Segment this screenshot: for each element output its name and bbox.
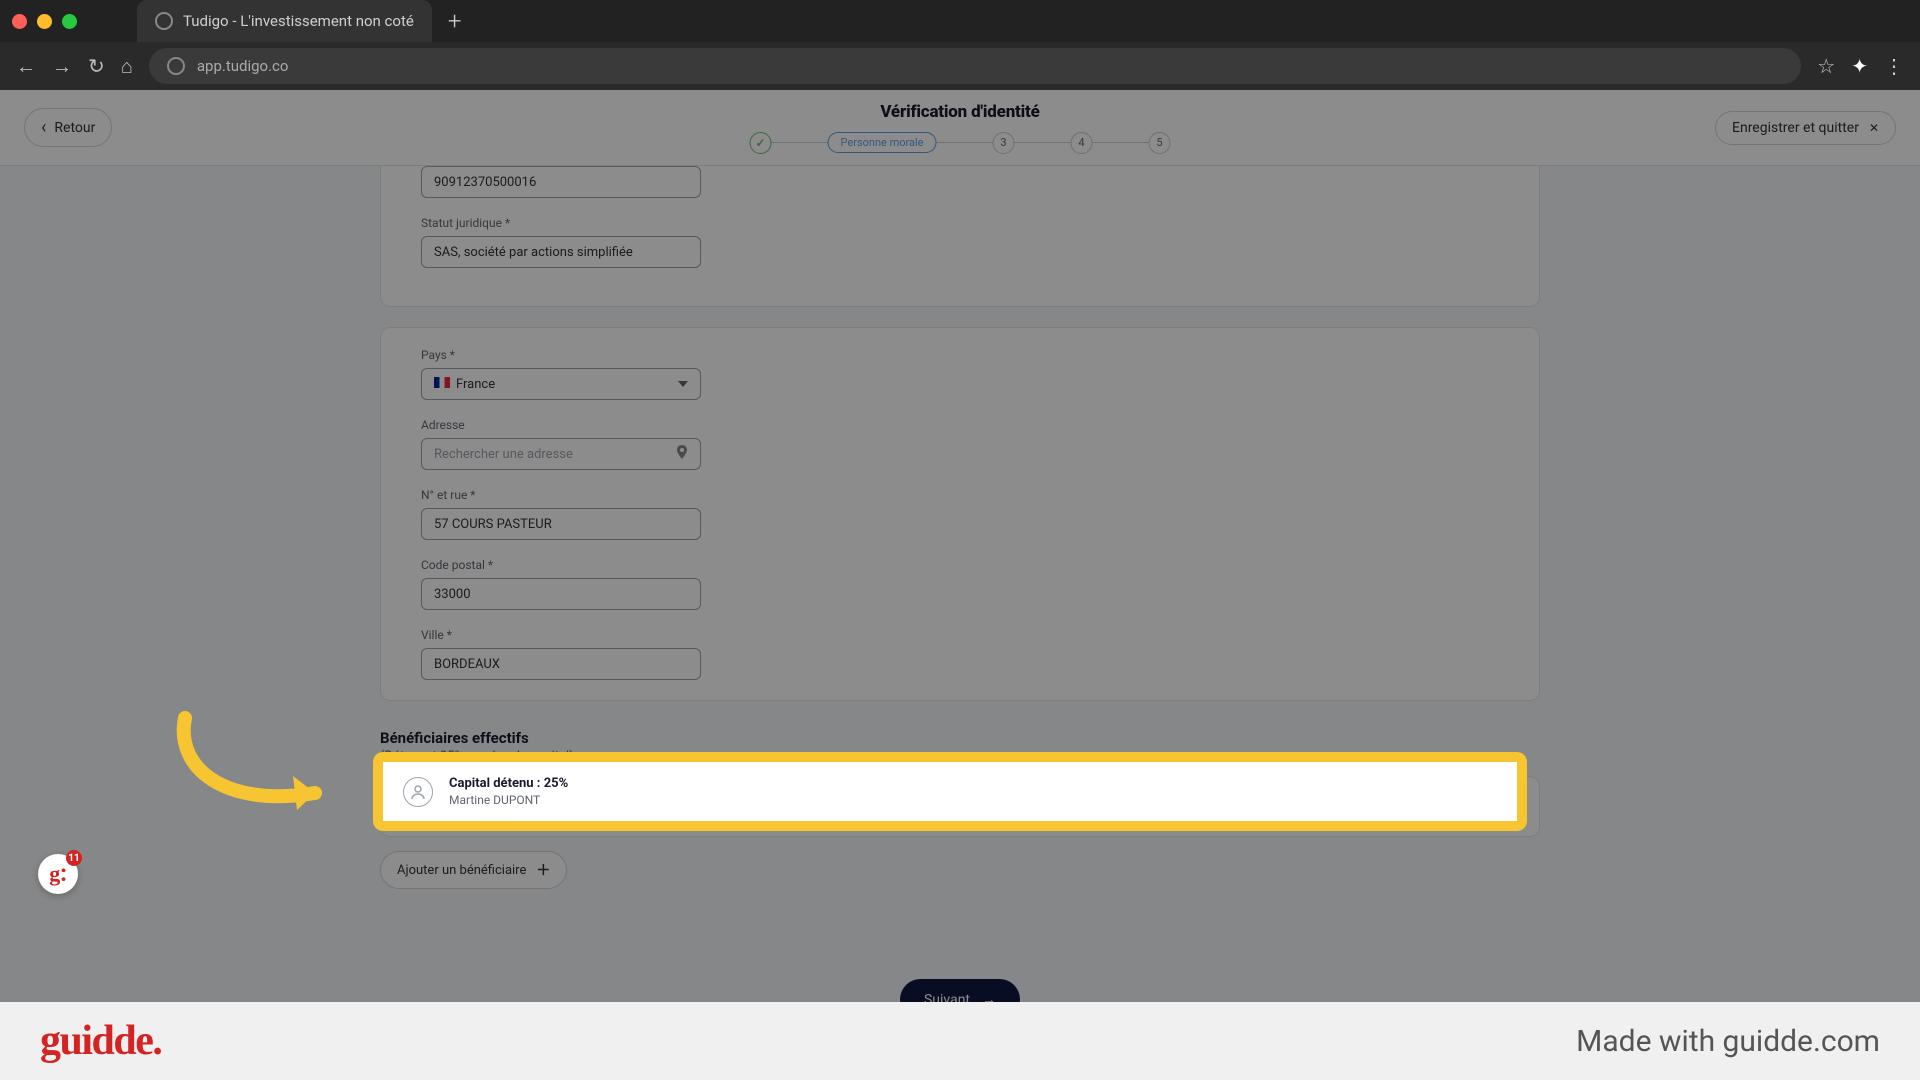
plus-icon (536, 860, 550, 880)
next-button-label: Suivant (924, 992, 970, 1003)
next-button[interactable]: Suivant (900, 979, 1020, 1002)
site-info-icon[interactable] (167, 57, 185, 75)
close-window-icon[interactable] (12, 14, 27, 29)
reload-icon[interactable] (88, 54, 105, 78)
pays-label: Pays * (421, 348, 1499, 362)
page-header: Retour Vérification d'identité Personne … (0, 90, 1920, 166)
beneficiaire-capital-highlight: Capital détenu : 25% (449, 776, 568, 791)
step-5: 5 (1149, 132, 1171, 154)
adresse-label: Adresse (421, 418, 1499, 432)
back-button-label: Retour (54, 120, 95, 136)
browser-tab-bar: Tudigo - L'investissement non coté + (0, 0, 1920, 42)
statut-label: Statut juridique * (421, 216, 1499, 230)
tutorial-highlight: Capital détenu : 25% Martine DUPONT (375, 754, 1525, 829)
home-icon[interactable] (121, 54, 133, 79)
cp-label: Code postal * (421, 558, 1499, 572)
guidde-badge[interactable]: g: 11 (38, 854, 78, 894)
back-button[interactable]: Retour (24, 108, 112, 147)
save-quit-label: Enregistrer et quitter (1732, 120, 1859, 136)
pays-select[interactable]: France (421, 368, 701, 400)
browser-address-bar: ← → app.tudigo.co (0, 42, 1920, 90)
progress-stepper: Personne morale 3 4 5 (749, 132, 1170, 154)
tutorial-arrow-icon (165, 708, 360, 847)
browser-tab[interactable]: Tudigo - L'investissement non coté (137, 0, 432, 42)
location-pin-icon[interactable] (676, 445, 688, 463)
ville-field[interactable]: BORDEAUX (421, 648, 701, 680)
globe-icon (155, 12, 173, 30)
arrow-right-icon (982, 991, 996, 1002)
back-icon[interactable]: ← (16, 54, 36, 79)
close-icon (1869, 120, 1879, 136)
flag-france-icon (434, 377, 450, 388)
browser-menu-icon[interactable] (1884, 54, 1904, 78)
minimize-window-icon[interactable] (37, 14, 52, 29)
url-input[interactable]: app.tudigo.co (149, 48, 1801, 84)
rue-label: N° et rue * (421, 488, 1499, 502)
extensions-icon[interactable] (1851, 54, 1868, 78)
rue-field[interactable]: 57 COURS PASTEUR (421, 508, 701, 540)
cp-field[interactable]: 33000 (421, 578, 701, 610)
tab-title: Tudigo - L'investissement non coté (183, 12, 414, 30)
ville-label: Ville * (421, 628, 1499, 642)
page-title: Vérification d'identité (749, 102, 1170, 122)
window-controls[interactable] (12, 14, 77, 29)
bookmark-icon[interactable] (1817, 54, 1835, 78)
new-tab-button[interactable]: + (448, 7, 462, 35)
step-4: 4 (1071, 132, 1093, 154)
beneficiaire-name-highlight: Martine DUPONT (449, 793, 568, 807)
add-beneficiaire-button[interactable]: Ajouter un bénéficiaire (380, 851, 567, 889)
step-2-active[interactable]: Personne morale (827, 132, 936, 153)
statut-field[interactable]: SAS, société par actions simplifiée (421, 236, 701, 268)
guidde-logo: guidde. (40, 1017, 161, 1065)
guidde-credit: Made with guidde.com (1576, 1024, 1880, 1059)
chevron-left-icon (41, 117, 46, 138)
step-3: 3 (993, 132, 1015, 154)
add-beneficiaire-label: Ajouter un bénéficiaire (397, 863, 526, 878)
guidde-footer: guidde. Made with guidde.com (0, 1002, 1920, 1080)
maximize-window-icon[interactable] (62, 14, 77, 29)
guidde-badge-count: 11 (66, 850, 82, 866)
check-icon (755, 136, 765, 150)
url-text: app.tudigo.co (197, 57, 289, 75)
user-icon (403, 777, 433, 807)
siret-field[interactable]: 90912370500016 (421, 166, 701, 198)
beneficiaires-title: Bénéficiaires effectifs (380, 729, 1540, 747)
adresse-search-field[interactable]: Rechercher une adresse (421, 438, 701, 470)
save-quit-button[interactable]: Enregistrer et quitter (1715, 111, 1896, 145)
forward-icon[interactable]: → (52, 54, 72, 79)
step-1-done (749, 132, 771, 154)
